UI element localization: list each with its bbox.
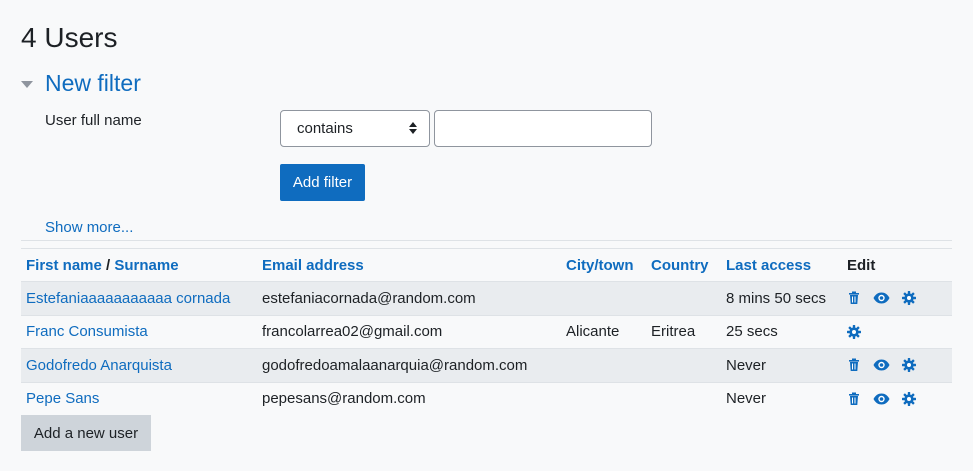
sort-city-link[interactable]: City/town: [561, 249, 646, 282]
users-page: 4 Users New filter User full name contai…: [0, 0, 973, 471]
gear-icon[interactable]: [847, 324, 861, 339]
country-cell: Eritrea: [651, 323, 696, 341]
user-name-link[interactable]: Estefaniaaaaaaaaaaa cornada: [26, 290, 230, 307]
new-filter-legend: New filter: [45, 70, 141, 96]
name-cell: Franc Consumista: [21, 315, 257, 349]
last-access-cell: 25 secs: [726, 323, 778, 341]
show-more-link[interactable]: Show more...: [45, 219, 133, 237]
last-access-cell: 8 mins 50 secs: [726, 289, 827, 307]
users-table: First name / Surname Email address City/…: [21, 248, 952, 415]
edit-cell: [842, 349, 952, 383]
trash-icon[interactable]: [847, 291, 861, 305]
header-edit: Edit: [847, 256, 876, 274]
edit-cell: [842, 315, 952, 349]
sort-email-link[interactable]: Email address: [257, 249, 561, 282]
user-name-link[interactable]: Franc Consumista: [26, 323, 148, 340]
table-row: Estefaniaaaaaaaaaaa cornada estefaniacor…: [21, 281, 952, 316]
name-cell: Pepe Sans: [21, 382, 257, 415]
page-title: 4 Users: [21, 22, 118, 53]
edit-cell: [842, 282, 952, 316]
operator-select[interactable]: contains: [280, 110, 430, 147]
user-name-link[interactable]: Pepe Sans: [26, 390, 99, 407]
gear-icon[interactable]: [902, 358, 916, 373]
caret-down-icon: [21, 80, 33, 88]
country-cell: [646, 349, 721, 383]
country-cell: [646, 282, 721, 316]
email-cell: estefaniacornada@random.com: [262, 289, 476, 307]
name-cell: Godofredo Anarquista: [21, 349, 257, 383]
gear-icon[interactable]: [902, 391, 916, 406]
select-arrows-icon: [409, 122, 417, 134]
operator-select-value: contains: [297, 120, 353, 137]
trash-icon[interactable]: [847, 392, 861, 406]
user-full-name-label: User full name: [45, 112, 142, 129]
header-slash: /: [101, 256, 115, 274]
eye-icon[interactable]: [873, 393, 890, 405]
sort-first-name-link[interactable]: First name: [26, 257, 102, 274]
sort-last-access-link[interactable]: Last access: [721, 249, 842, 282]
divider: [21, 240, 952, 241]
trash-icon[interactable]: [847, 358, 861, 372]
email-cell: godofredoamalaanarquia@random.com: [262, 356, 528, 374]
table-row: Godofredo Anarquista godofredoamalaanarq…: [21, 348, 952, 383]
name-cell: Estefaniaaaaaaaaaaa cornada: [21, 282, 257, 316]
email-cell: pepesans@random.com: [262, 390, 426, 408]
sort-surname-link[interactable]: Surname: [114, 257, 178, 274]
gear-icon[interactable]: [902, 291, 916, 306]
sort-country-link[interactable]: Country: [646, 249, 721, 282]
user-name-link[interactable]: Godofredo Anarquista: [26, 357, 172, 374]
table-row: Pepe Sans pepesans@random.com Never: [21, 382, 952, 415]
add-filter-button[interactable]: Add filter: [280, 164, 365, 201]
eye-icon[interactable]: [873, 359, 890, 371]
edit-cell: [842, 382, 952, 415]
last-access-cell: Never: [726, 390, 767, 408]
city-cell: [561, 349, 646, 383]
last-access-cell: Never: [726, 356, 767, 374]
filter-value-input[interactable]: [434, 110, 652, 147]
add-new-user-button[interactable]: Add a new user: [21, 415, 151, 451]
city-cell: [561, 282, 646, 316]
table-row: Franc Consumista francolarrea02@gmail.co…: [21, 315, 952, 349]
header-name: First name / Surname: [21, 249, 257, 282]
email-cell: francolarrea02@gmail.com: [262, 323, 443, 341]
table-header-row: First name / Surname Email address City/…: [21, 248, 952, 282]
city-cell: Alicante: [566, 323, 620, 341]
country-cell: [646, 382, 721, 415]
city-cell: [561, 382, 646, 415]
eye-icon[interactable]: [873, 292, 890, 304]
new-filter-toggle[interactable]: New filter: [21, 68, 141, 98]
